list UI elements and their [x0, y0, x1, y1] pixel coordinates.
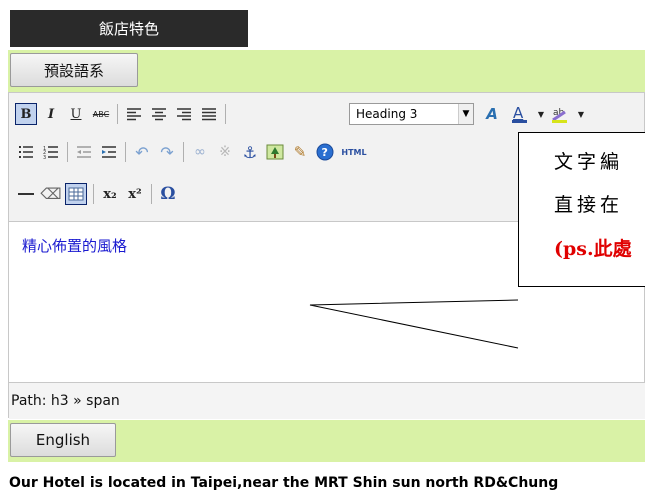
- align-justify-icon[interactable]: [198, 103, 220, 125]
- highlight-dropdown-icon[interactable]: ▼: [570, 103, 592, 125]
- callout-line-3: (ps.此處: [554, 238, 632, 260]
- special-char-button[interactable]: Ω: [157, 183, 179, 205]
- superscript-button[interactable]: x²: [124, 183, 146, 205]
- help-icon[interactable]: ?: [314, 141, 336, 163]
- language-row-default: 預設語系: [8, 50, 645, 92]
- html-source-button[interactable]: HTML: [339, 141, 369, 163]
- toolbar-separator: [67, 142, 68, 162]
- horizontal-rule-icon[interactable]: [15, 183, 37, 205]
- svg-text:3: 3: [43, 155, 46, 159]
- toolbar-separator: [151, 184, 152, 204]
- align-center-icon[interactable]: [148, 103, 170, 125]
- image-icon[interactable]: [264, 141, 286, 163]
- toolbar-row-1: B I U ABC Heading 3 ▼ A A ▼ ab ▼: [15, 99, 635, 129]
- path-text: Path: h3 » span: [11, 393, 120, 409]
- toolbar-separator: [125, 142, 126, 162]
- section-title-text: 飯店特色: [98, 20, 159, 38]
- align-right-icon[interactable]: [173, 103, 195, 125]
- svg-text:?: ?: [322, 146, 328, 159]
- default-language-button[interactable]: 預設語系: [10, 53, 138, 87]
- redo-icon[interactable]: ↷: [156, 141, 178, 163]
- english-content-text: Our Hotel is located in Taipei,near the …: [9, 475, 559, 491]
- text-color-icon[interactable]: A: [509, 103, 531, 125]
- format-select[interactable]: Heading 3 ▼: [349, 103, 474, 125]
- bold-button[interactable]: B: [15, 103, 37, 125]
- toolbar-separator: [93, 184, 94, 204]
- highlight-color-icon[interactable]: ab: [549, 103, 571, 125]
- svg-text:A: A: [513, 104, 524, 122]
- eraser-icon[interactable]: ⌫: [40, 183, 62, 205]
- english-language-button[interactable]: English: [10, 423, 116, 457]
- language-row-english: English: [8, 420, 645, 462]
- strikethrough-button[interactable]: ABC: [90, 103, 112, 125]
- anchor-icon[interactable]: ⚓: [239, 141, 261, 163]
- toolbar-separator: [117, 104, 118, 124]
- format-select-value: Heading 3: [356, 107, 418, 121]
- callout-box: 文字編 直接在 (ps.此處: [518, 132, 645, 287]
- numbered-list-icon[interactable]: 123: [40, 141, 62, 163]
- callout-line-2: 直接在: [554, 194, 624, 216]
- align-left-icon[interactable]: [123, 103, 145, 125]
- editor-content-text: 精心佈置的風格: [22, 237, 128, 255]
- toolbar-separator: [225, 104, 226, 124]
- cleanup-brush-icon[interactable]: ✎: [289, 141, 311, 163]
- indent-icon[interactable]: [98, 141, 120, 163]
- table-icon[interactable]: [65, 183, 87, 205]
- editor-path-bar: Path: h3 » span: [9, 382, 645, 419]
- outdent-icon[interactable]: [73, 141, 95, 163]
- font-size-icon[interactable]: A: [481, 103, 503, 125]
- italic-button[interactable]: I: [40, 103, 62, 125]
- chevron-down-icon: ▼: [458, 104, 473, 124]
- callout-line-1: 文字編: [554, 151, 624, 173]
- undo-icon[interactable]: ↶: [131, 141, 153, 163]
- bullet-list-icon[interactable]: [15, 141, 37, 163]
- subscript-button[interactable]: x₂: [99, 183, 121, 205]
- toolbar-separator: [183, 142, 184, 162]
- underline-button[interactable]: U: [65, 103, 87, 125]
- link-icon[interactable]: ∞: [189, 141, 211, 163]
- section-title: 飯店特色: [10, 10, 248, 47]
- unlink-icon[interactable]: ※: [214, 141, 236, 163]
